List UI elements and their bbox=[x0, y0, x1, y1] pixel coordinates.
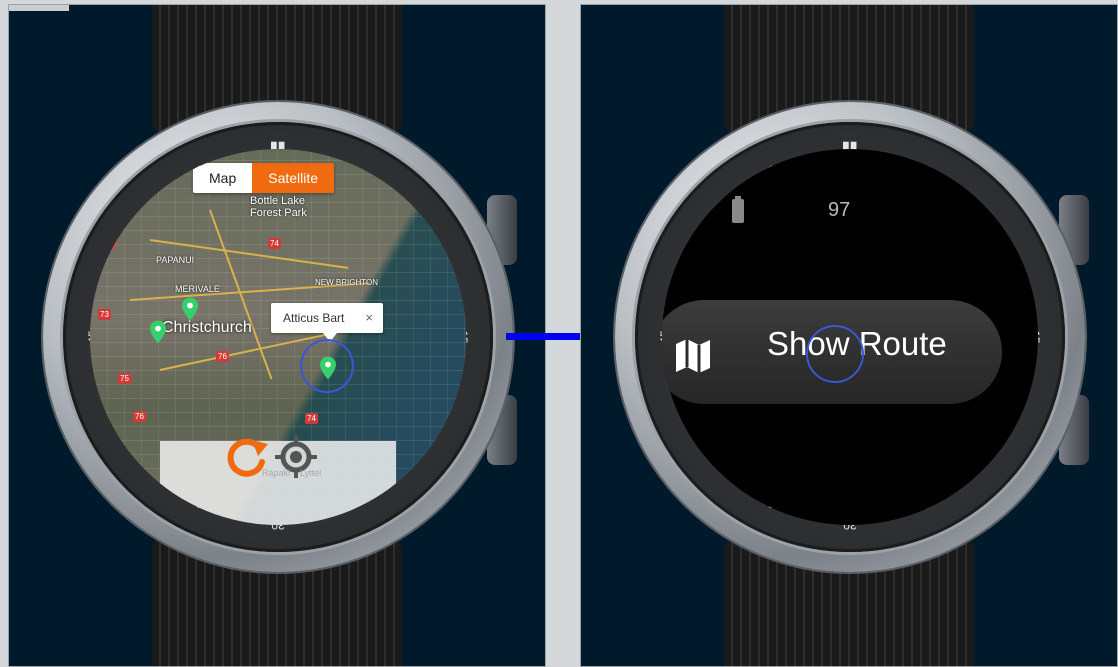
close-icon[interactable]: × bbox=[365, 303, 373, 333]
corner-tab bbox=[9, 5, 69, 11]
watch-screen-menu[interactable]: 97 Show Route bbox=[662, 149, 1038, 525]
watch-panel-left: ▮▮ 55 05 10 15 20 25 30 35 40 45 50 Map … bbox=[8, 4, 546, 667]
map-label-new-brighton: NEW BRIGHTON bbox=[315, 278, 378, 287]
watch-panel-right: ▮▮ 55 05 10 15 20 25 30 35 40 45 50 97 S… bbox=[580, 4, 1118, 667]
map-label-rapaki: Rapaki bbox=[262, 468, 291, 478]
satellite-button[interactable]: Satellite bbox=[252, 163, 335, 193]
battery-value: 97 bbox=[828, 199, 851, 221]
route-number-badge: 76 bbox=[216, 351, 229, 362]
map-button[interactable]: Map bbox=[193, 163, 253, 193]
map-label-merivale: MERIVALE bbox=[175, 284, 220, 294]
marker-info-popup[interactable]: Atticus Bart × bbox=[271, 303, 383, 333]
watch-bezel[interactable]: ▮▮ 55 05 10 15 20 25 30 35 40 45 50 97 S… bbox=[635, 122, 1065, 552]
route-number-badge: 76 bbox=[133, 411, 146, 422]
map-pin-icon[interactable] bbox=[150, 320, 166, 344]
map-type-toggle[interactable]: Map Satellite bbox=[193, 163, 335, 193]
watch-bezel[interactable]: ▮▮ 55 05 10 15 20 25 30 35 40 45 50 Map … bbox=[63, 122, 493, 552]
focus-ring bbox=[300, 339, 354, 393]
map-label-city: Christchurch bbox=[162, 319, 252, 336]
marker-name: Atticus Bart bbox=[283, 311, 345, 325]
route-number-badge: 75 bbox=[118, 373, 131, 384]
map-pin-icon[interactable] bbox=[182, 297, 198, 321]
watch-case: ▮▮ 55 05 10 15 20 25 30 35 40 45 50 97 S… bbox=[615, 102, 1085, 572]
map-label-papanui: PAPANUI bbox=[156, 255, 195, 265]
watch-case: ▮▮ 55 05 10 15 20 25 30 35 40 45 50 Map … bbox=[43, 102, 513, 572]
map-pin-icon[interactable] bbox=[104, 232, 118, 252]
map-icon bbox=[676, 339, 710, 373]
map-label-forest-park: Forest Park bbox=[250, 207, 307, 219]
route-number-badge: 74 bbox=[268, 238, 281, 249]
focus-ring bbox=[806, 325, 864, 383]
watch-screen-map[interactable]: Map Satellite Bottle Lake Forest Park PA… bbox=[90, 149, 466, 525]
map-label-bottle-lake: Bottle Lake bbox=[250, 195, 306, 207]
route-number-badge: 74 bbox=[305, 413, 318, 424]
route-number-badge: 73 bbox=[98, 309, 111, 320]
map-label-lyttelton: Lyttel bbox=[300, 468, 322, 478]
battery-icon bbox=[732, 196, 744, 223]
